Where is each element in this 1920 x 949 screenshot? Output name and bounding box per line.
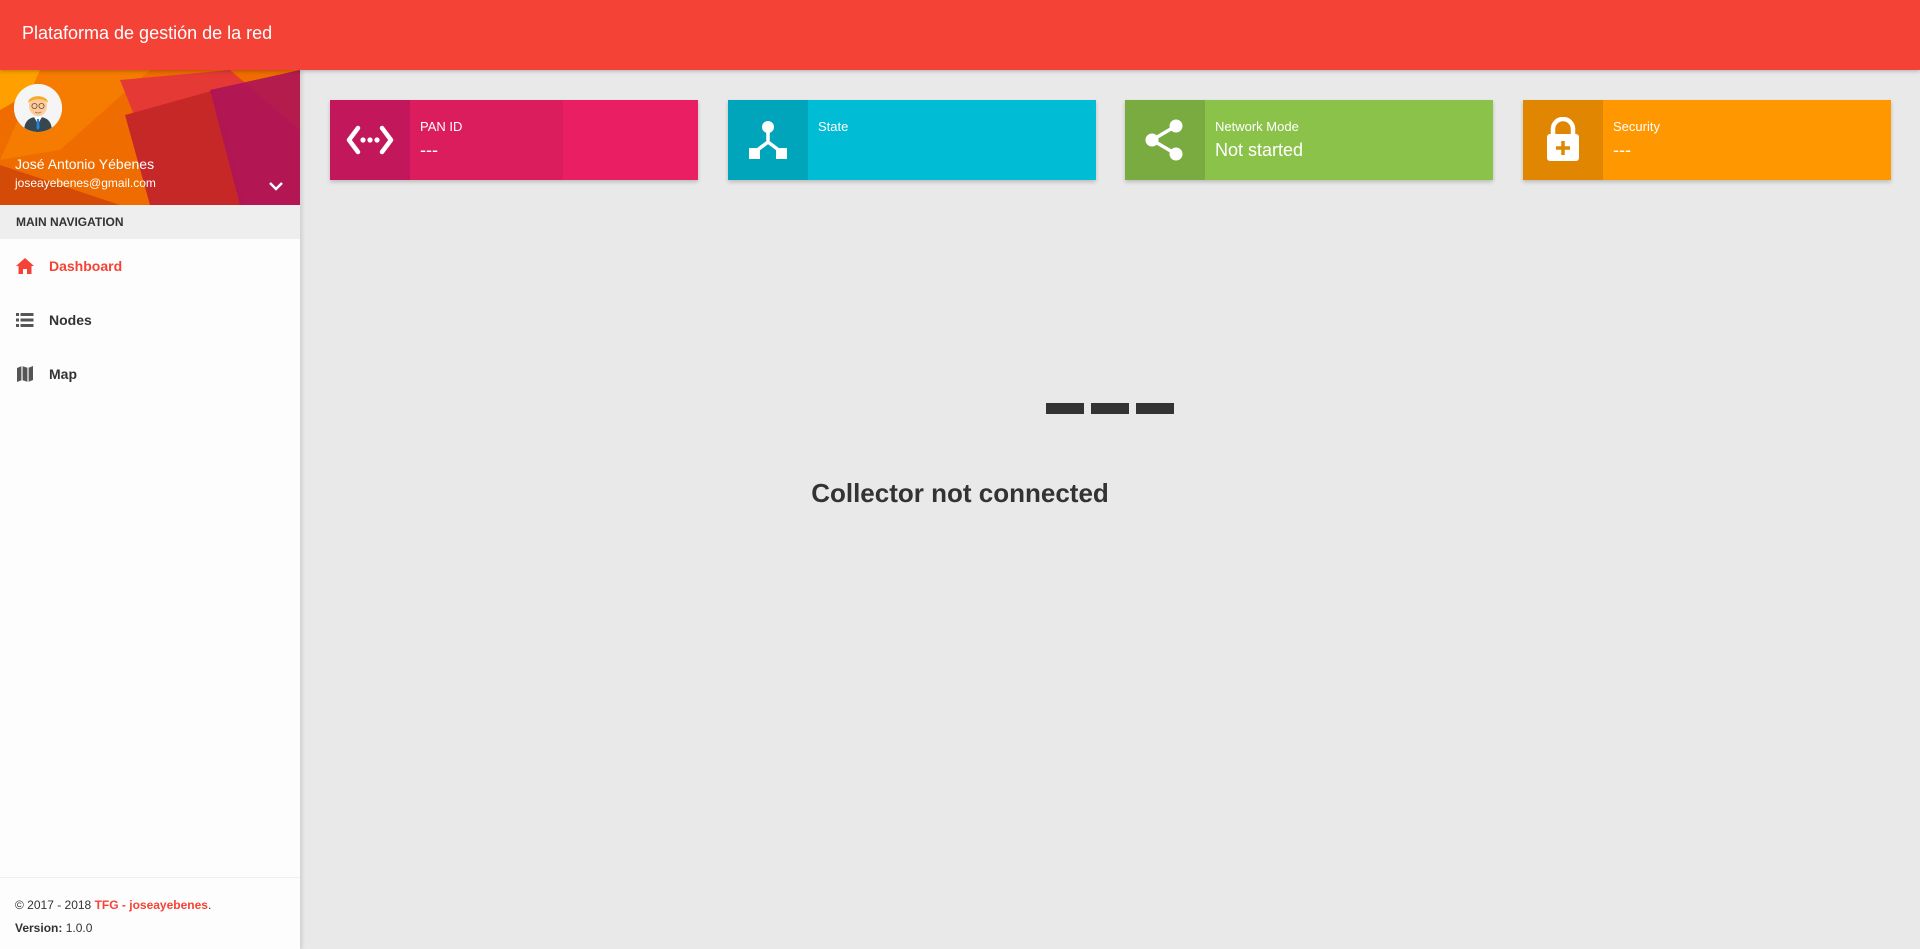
infobox-label: State bbox=[818, 119, 849, 134]
sidebar-item-map[interactable]: Map bbox=[0, 347, 300, 401]
lock-add-icon bbox=[1523, 100, 1603, 180]
copyright-period: . bbox=[207, 898, 212, 912]
sidebar-footer: © 2017 - 2018 TFG - joseayebenes. Versio… bbox=[0, 877, 300, 949]
infobox-value: Not started bbox=[1215, 140, 1304, 160]
infobox-label: Security bbox=[1613, 119, 1660, 134]
project-link[interactable]: TFG - joseayebenes bbox=[95, 898, 208, 912]
loading-indicator bbox=[1046, 403, 1181, 414]
loader-bar bbox=[1091, 403, 1129, 414]
list-icon bbox=[15, 310, 35, 330]
version-label: Version: bbox=[15, 921, 63, 935]
code-arrows-icon bbox=[330, 100, 410, 180]
infobox-network-mode[interactable]: Network Mode Not started bbox=[1125, 100, 1493, 180]
copyright-line: © 2017 - 2018 TFG - joseayebenes. bbox=[15, 894, 300, 917]
share-icon bbox=[1125, 100, 1205, 180]
copyright-text: © 2017 - 2018 bbox=[15, 898, 95, 912]
nav-section-header: MAIN NAVIGATION bbox=[0, 205, 300, 239]
device-hub-icon bbox=[728, 100, 808, 180]
loader-bar bbox=[1136, 403, 1174, 414]
avatar-image bbox=[14, 84, 62, 132]
user-avatar[interactable] bbox=[14, 84, 62, 132]
infobox-value: --- bbox=[1613, 140, 1631, 160]
user-name: José Antonio Yébenes bbox=[15, 156, 155, 172]
infobox-label: Network Mode bbox=[1215, 119, 1299, 134]
user-email: joseayebenes@gmail.com bbox=[15, 176, 156, 190]
top-navbar: Plataforma de gestión de la red bbox=[0, 0, 1920, 70]
user-info-panel: José Antonio Yébenes joseayebenes@gmail.… bbox=[0, 70, 300, 205]
infobox-value: --- bbox=[420, 140, 438, 160]
loader-bar bbox=[1046, 403, 1084, 414]
map-icon bbox=[15, 364, 35, 384]
infobox-security[interactable]: Security --- bbox=[1523, 100, 1891, 180]
sidebar-item-label: Map bbox=[49, 366, 77, 382]
infobox-pan-id[interactable]: PAN ID --- bbox=[330, 100, 698, 180]
infobox-label: PAN ID bbox=[420, 119, 463, 134]
app-title[interactable]: Plataforma de gestión de la red bbox=[22, 23, 272, 44]
sidebar-item-label: Nodes bbox=[49, 312, 92, 328]
sidebar-item-nodes[interactable]: Nodes bbox=[0, 293, 300, 347]
sidebar-item-dashboard[interactable]: Dashboard bbox=[0, 239, 300, 293]
version-value: 1.0.0 bbox=[62, 921, 93, 935]
sidebar: José Antonio Yébenes joseayebenes@gmail.… bbox=[0, 70, 300, 949]
home-icon bbox=[15, 256, 35, 276]
infobox-state[interactable]: State bbox=[728, 100, 1096, 180]
chevron-down-icon[interactable] bbox=[266, 178, 286, 194]
main-content: PAN ID --- State Network Mode Not starte… bbox=[300, 70, 1920, 949]
sidebar-item-label: Dashboard bbox=[49, 258, 123, 274]
version-line: Version: 1.0.0 bbox=[15, 917, 300, 940]
